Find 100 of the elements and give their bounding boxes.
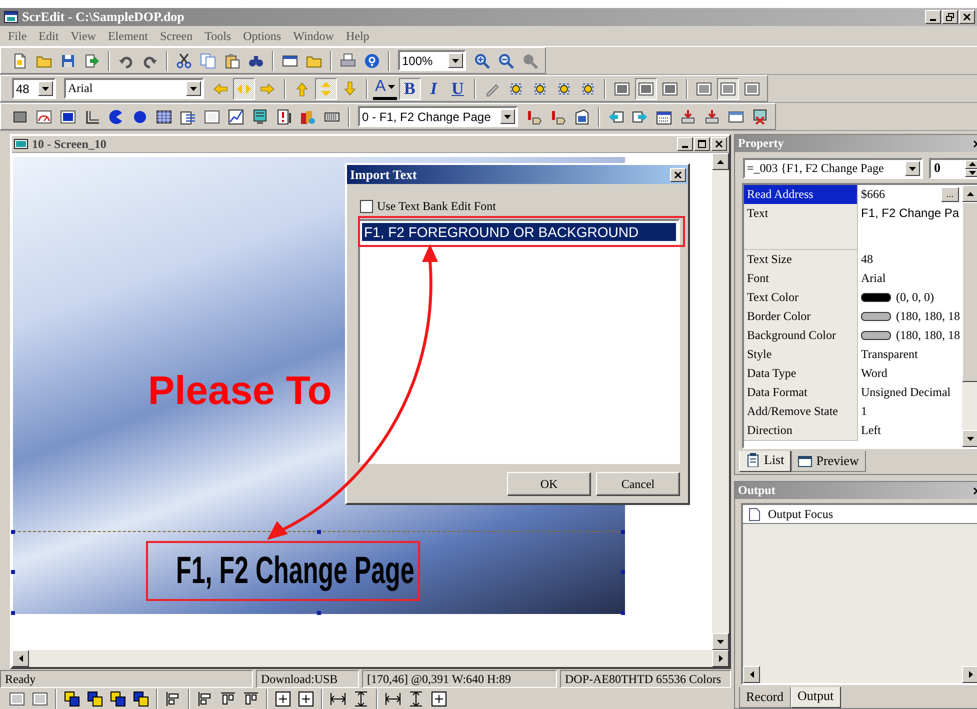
object-dropdown[interactable]: =_003 {F1, F2 Change Page (743, 158, 923, 179)
close-button[interactable] (670, 168, 686, 182)
column-header[interactable]: Output Focus (743, 505, 977, 524)
menu-item[interactable]: Element (102, 28, 154, 44)
panel-icon[interactable] (276, 108, 292, 124)
horizontal-spacing-icon[interactable] (385, 690, 401, 706)
rectangle-icon[interactable] (12, 108, 28, 124)
font-size-dropdown[interactable]: 48 (12, 78, 56, 99)
ok-button[interactable]: OK (507, 472, 591, 496)
dropdown-button[interactable] (905, 161, 920, 176)
dropdown-button[interactable] (186, 81, 201, 96)
window-icon[interactable] (728, 108, 744, 124)
document-icon[interactable] (574, 108, 590, 124)
paste-icon[interactable] (224, 52, 240, 68)
underline-button[interactable]: U (446, 78, 469, 100)
handles-icon[interactable] (532, 80, 548, 96)
tray-download-icon[interactable] (680, 108, 696, 124)
restore-button[interactable] (942, 10, 958, 24)
layers-icon[interactable] (87, 690, 103, 706)
property-name[interactable]: Data Format (744, 383, 858, 403)
framed-box-icon[interactable] (204, 108, 220, 124)
tray-download-icon[interactable] (704, 108, 720, 124)
checkbox[interactable] (360, 200, 373, 212)
toggle-button[interactable] (315, 78, 337, 100)
close-button[interactable] (711, 137, 727, 151)
screen-icon[interactable] (252, 108, 268, 124)
zoom-out-icon[interactable] (498, 52, 514, 68)
resize-handle[interactable] (11, 611, 15, 615)
menu-item[interactable]: Help (340, 28, 376, 44)
tab[interactable]: Preview (791, 451, 866, 472)
close-button[interactable] (959, 10, 975, 24)
scroll-right-button[interactable] (962, 666, 977, 683)
property-name[interactable]: Text Color (744, 288, 858, 308)
property-name[interactable]: Font (744, 269, 858, 289)
minimize-button[interactable] (925, 10, 941, 24)
toggle-button[interactable] (634, 78, 657, 100)
menu-item[interactable]: File (2, 28, 33, 44)
menu-item[interactable]: Screen (154, 28, 199, 44)
align-left-icon[interactable] (197, 690, 213, 706)
vertical-spacing-icon[interactable] (353, 690, 369, 706)
tab[interactable]: Output (790, 687, 841, 708)
framed-box-icon[interactable] (60, 108, 76, 124)
property-name[interactable]: Data Type (744, 364, 858, 384)
scroll-up-button[interactable] (712, 153, 729, 170)
framed-box-icon[interactable] (298, 690, 314, 706)
line-chart-icon[interactable] (228, 108, 244, 124)
tab[interactable]: Record (739, 687, 791, 708)
maximize-button[interactable] (694, 137, 710, 151)
axes-icon[interactable] (84, 108, 100, 124)
align-top-icon[interactable] (243, 690, 259, 706)
resize-handle[interactable] (621, 611, 625, 615)
vertical-spacing-icon[interactable] (408, 690, 424, 706)
align-left-icon[interactable] (165, 690, 181, 706)
resize-handle[interactable] (317, 611, 321, 615)
scroll-left-button[interactable] (12, 650, 29, 667)
bold-button[interactable]: B (398, 78, 421, 100)
books-icon[interactable] (300, 108, 316, 124)
layers-icon[interactable] (110, 690, 126, 706)
framed-box-icon[interactable] (431, 690, 447, 706)
scroll-right-button[interactable] (712, 650, 729, 667)
layers-icon[interactable] (64, 690, 80, 706)
resize-handle[interactable] (621, 530, 625, 534)
framed-box-icon[interactable] (9, 690, 25, 706)
property-name[interactable]: Text (744, 204, 858, 250)
spin-up-button[interactable] (965, 160, 977, 168)
scroll-up-button[interactable] (962, 185, 977, 202)
property-name[interactable]: Add/Remove State (744, 402, 858, 422)
property-name[interactable]: Background Color (744, 326, 858, 346)
italic-button[interactable]: I (422, 78, 445, 100)
font-dropdown[interactable]: Arial (64, 78, 204, 99)
menu-item[interactable]: Tools (198, 28, 238, 44)
circle-icon[interactable] (132, 108, 148, 124)
scroll-thumb[interactable] (962, 202, 977, 382)
property-name[interactable]: Border Color (744, 307, 858, 327)
handles-icon[interactable] (580, 80, 596, 96)
horizontal-spacing-icon[interactable] (330, 690, 346, 706)
property-name[interactable]: Read Address (744, 185, 858, 205)
screen-cross-icon[interactable] (752, 108, 768, 124)
resize-handle[interactable] (11, 570, 15, 574)
resize-handle[interactable] (11, 530, 15, 534)
dropdown-button[interactable] (38, 81, 53, 96)
page-arrow-icon[interactable] (84, 52, 100, 68)
menu-item[interactable]: View (64, 28, 102, 44)
list-document-icon[interactable] (180, 108, 196, 124)
pie-icon[interactable] (108, 108, 124, 124)
cut-icon[interactable] (176, 52, 192, 68)
resize-handle[interactable] (621, 570, 625, 574)
align-top-icon[interactable] (220, 690, 236, 706)
page-left-arrow-icon[interactable] (608, 108, 624, 124)
new-file-icon[interactable] (12, 52, 28, 68)
screen-dropdown[interactable]: 0 - F1, F2 Change Page (358, 106, 518, 127)
window-icon[interactable] (282, 52, 298, 68)
property-name[interactable]: Style (744, 345, 858, 365)
calendar-icon[interactable] (656, 108, 672, 124)
menu-item[interactable]: Options (237, 28, 288, 44)
zoom-dropdown[interactable]: 100% (398, 50, 466, 71)
copy-icon[interactable] (200, 52, 216, 68)
scroll-left-button[interactable] (743, 666, 760, 683)
resize-handle[interactable] (317, 530, 321, 534)
browse-button[interactable]: ... (941, 187, 959, 202)
